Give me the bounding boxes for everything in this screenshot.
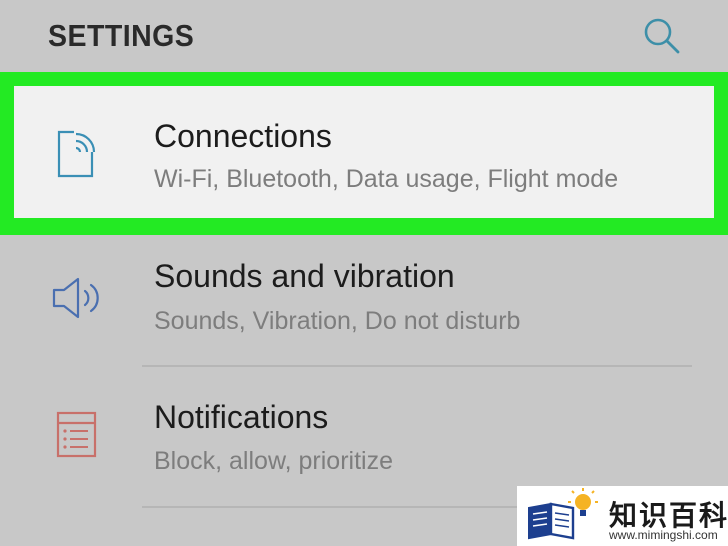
settings-item-sounds[interactable]: Sounds and vibration Sounds, Vibration, …	[0, 235, 728, 365]
page-title: SETTINGS	[48, 18, 195, 53]
notifications-icon	[55, 410, 99, 460]
settings-item-subtitle: Wi-Fi, Bluetooth, Data usage, Flight mod…	[154, 165, 619, 193]
settings-item-subtitle: Sounds, Vibration, Do not disturb	[154, 307, 521, 335]
settings-item-title: Sounds and vibration	[154, 258, 455, 294]
book-bulb-icon	[528, 488, 598, 540]
app-header: SETTINGS	[0, 0, 728, 72]
speaker-icon	[50, 275, 106, 321]
search-button[interactable]	[640, 14, 686, 60]
settings-item-subtitle: Block, allow, prioritize	[154, 447, 393, 475]
settings-item-connections[interactable]: Connections Wi-Fi, Bluetooth, Data usage…	[14, 86, 714, 218]
watermark: 知识百科 www.mimingshi.com	[517, 486, 728, 546]
watermark-url: www.mimingshi.com	[609, 528, 718, 542]
search-icon	[644, 18, 680, 54]
settings-item-title: Notifications	[154, 399, 329, 435]
settings-item-title: Connections	[154, 118, 332, 154]
connections-icon	[52, 126, 102, 178]
